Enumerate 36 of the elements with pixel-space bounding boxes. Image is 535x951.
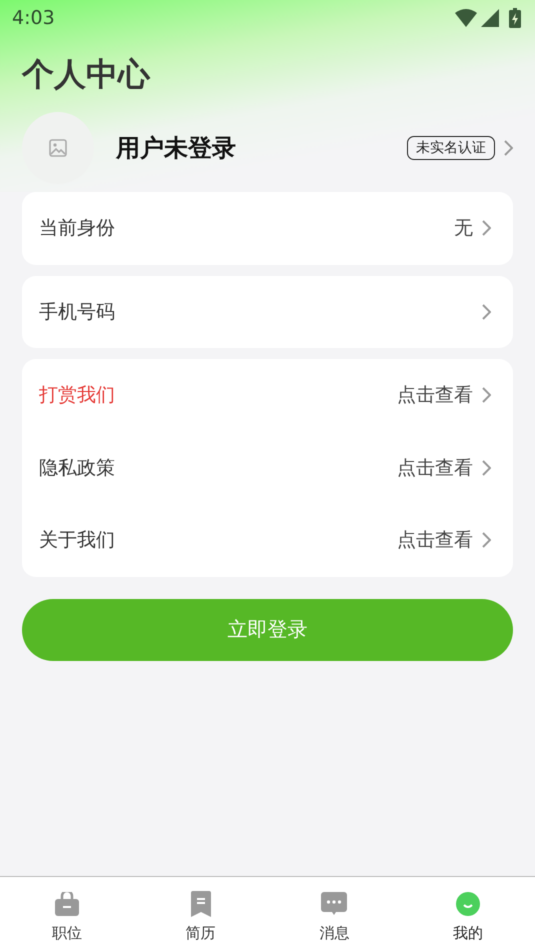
- item-label: 隐私政策: [39, 456, 116, 481]
- item-value: 点击查看: [397, 383, 473, 408]
- item-label: 关于我们: [39, 528, 116, 554]
- smile-icon: [456, 892, 480, 916]
- menu-item[interactable]: 当前身份 无: [22, 192, 513, 264]
- status-time: 4:03: [12, 7, 55, 29]
- item-value: 点击查看: [397, 528, 473, 554]
- menu-item[interactable]: 手机号码: [22, 276, 513, 348]
- image-icon: [49, 139, 67, 157]
- item-value: 无: [454, 216, 473, 242]
- nav-tab[interactable]: 消息: [268, 877, 402, 951]
- chevron-right-icon: [481, 532, 491, 548]
- chevron-right-icon: [481, 460, 491, 476]
- item-label: 打赏我们: [39, 383, 116, 408]
- user-name: 用户未登录: [116, 133, 237, 164]
- item-value: 点击查看: [397, 456, 473, 481]
- chevron-right-icon: [481, 220, 491, 236]
- chevron-right-icon: [503, 140, 513, 156]
- nav-tab[interactable]: 职位: [0, 877, 134, 951]
- nav-tab[interactable]: 我的: [401, 877, 535, 951]
- briefcase-icon: [54, 892, 80, 916]
- chevron-right-icon: [481, 387, 491, 404]
- battery-icon: [509, 8, 521, 28]
- chat-icon: [321, 892, 348, 916]
- menu-item[interactable]: 隐私政策 点击查看: [22, 432, 513, 504]
- menu-item[interactable]: 关于我们 点击查看: [22, 504, 513, 576]
- page-title: 个人中心: [22, 54, 152, 95]
- item-label: 当前身份: [39, 216, 116, 242]
- chevron-right-icon: [481, 304, 491, 320]
- bookmark-icon: [190, 890, 212, 916]
- nav-tab[interactable]: 简历: [134, 877, 268, 951]
- wifi-icon: [455, 9, 477, 27]
- signal-icon: [481, 9, 499, 27]
- menu-item[interactable]: 打赏我们 点击查看: [22, 359, 513, 432]
- item-label: 手机号码: [39, 300, 116, 325]
- verification-badge[interactable]: 未实名认证: [407, 136, 495, 160]
